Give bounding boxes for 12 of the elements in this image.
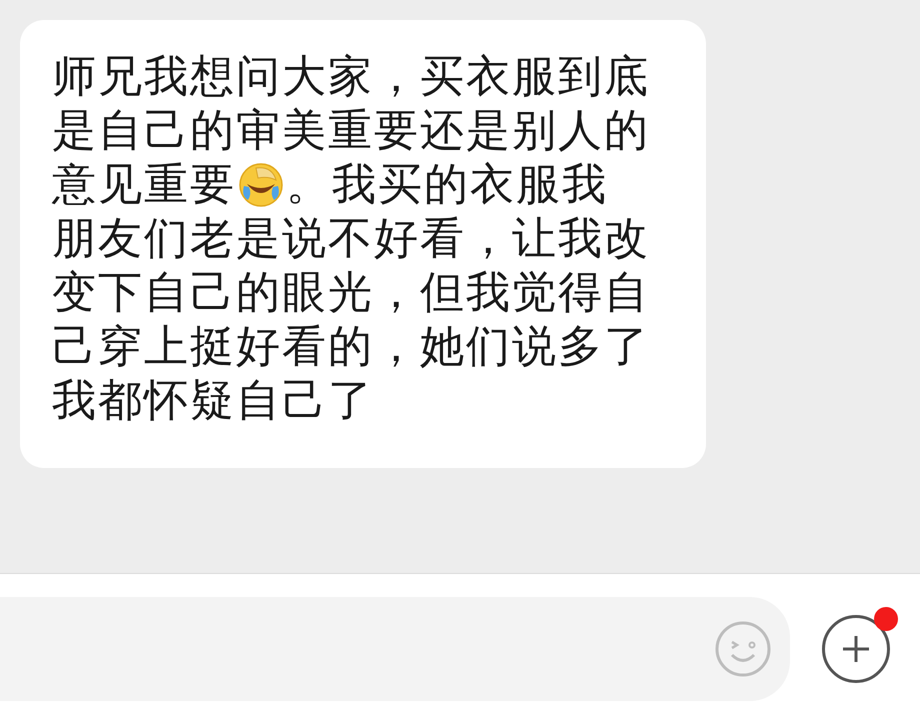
message-text: 己穿上挺好看的，她们说多了 [52,320,650,374]
message-text: 意见重要 [52,158,236,212]
message-text: 我都怀疑自己了 [52,374,374,428]
message-text: 变下自己的眼光，但我觉得自 [52,266,650,320]
message-text: 朋友们老是说不好看，让我改 [52,212,650,266]
laughing-crying-emoji-icon [238,162,284,208]
message-text: 。我买的衣服我 [286,158,608,212]
message-text: 是自己的审美重要还是别人的 [52,104,650,158]
plus-icon [841,634,871,664]
message-input-field[interactable] [0,596,790,700]
message-text: 师兄我想问大家，买衣服到底 [52,50,650,104]
smiley-icon[interactable] [714,620,772,678]
